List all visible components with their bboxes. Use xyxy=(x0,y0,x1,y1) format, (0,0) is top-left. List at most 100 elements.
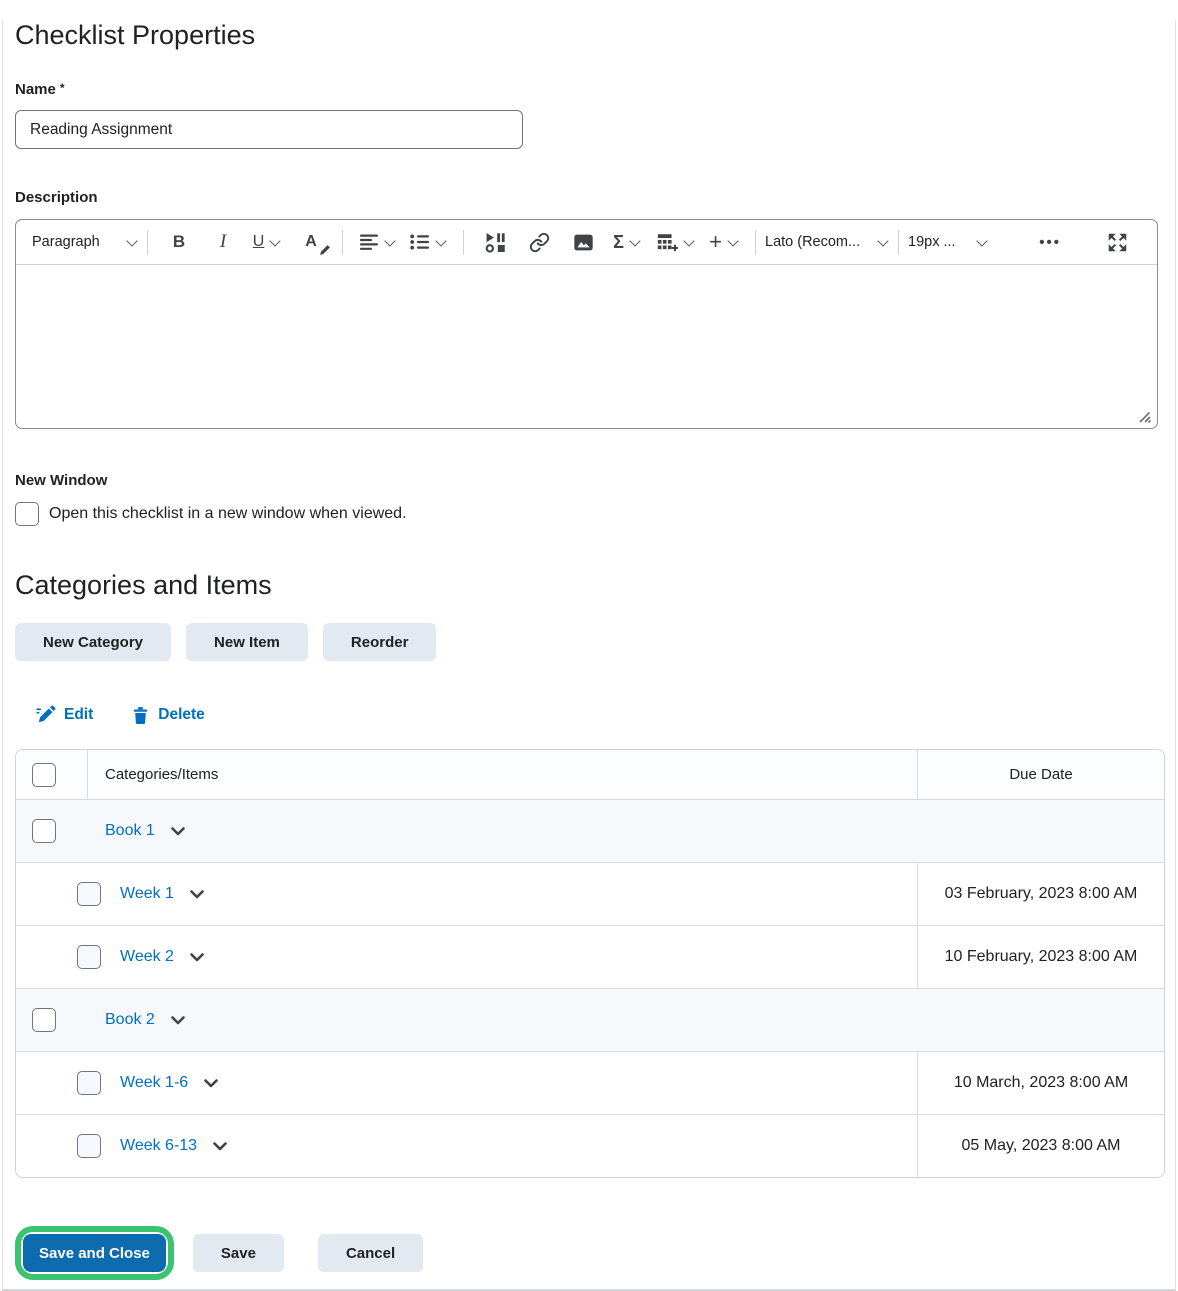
fullscreen-button[interactable] xyxy=(1102,225,1132,259)
font-family-label: Lato (Recom... xyxy=(765,234,861,250)
table-header-row: Categories/Items Due Date xyxy=(16,750,1164,799)
resize-handle-icon[interactable] xyxy=(1137,409,1151,423)
new-item-button[interactable]: New Item xyxy=(186,623,308,661)
trash-icon xyxy=(134,706,148,724)
description-label: Description xyxy=(15,189,98,206)
row-checkbox[interactable] xyxy=(32,1008,56,1032)
table-row-item: Week 1-6 10 March, 2023 8:00 AM xyxy=(16,1051,1164,1114)
name-input[interactable] xyxy=(15,110,523,149)
table-header-checkbox-cell xyxy=(16,750,88,799)
list-dropdown[interactable] xyxy=(410,225,447,259)
row-checkbox[interactable] xyxy=(32,819,56,843)
chevron-down-icon xyxy=(976,234,988,247)
underline-dropdown[interactable]: U xyxy=(252,225,282,259)
chevron-down-icon xyxy=(269,234,281,247)
new-category-button[interactable]: New Category xyxy=(15,623,172,661)
row-actions-chevron[interactable] xyxy=(190,889,204,899)
delete-button[interactable]: Delete xyxy=(131,705,205,725)
table-dropdown[interactable] xyxy=(656,225,695,259)
new-window-label: New Window xyxy=(15,472,108,489)
row-main-cell: Week 2 xyxy=(16,926,917,988)
due-date-cell: 10 March, 2023 8:00 AM xyxy=(917,1052,1164,1114)
toolbar-separator xyxy=(463,229,464,255)
due-date-cell: 03 February, 2023 8:00 AM xyxy=(917,863,1164,925)
font-size-dropdown[interactable]: 19px ... xyxy=(908,225,988,259)
row-main-cell: Book 2 xyxy=(16,989,917,1051)
row-actions-chevron[interactable] xyxy=(190,952,204,962)
row-checkbox[interactable] xyxy=(77,882,101,906)
bold-button[interactable]: B xyxy=(164,225,194,259)
insert-image-button[interactable] xyxy=(568,225,598,259)
edit-pencil-icon xyxy=(36,705,56,723)
row-actions-chevron[interactable] xyxy=(213,1141,227,1151)
categories-items-column-header: Categories/Items xyxy=(105,766,219,783)
checklist-properties-page: Checklist Properties Name* Description P… xyxy=(2,20,1176,1291)
save-button[interactable]: Save xyxy=(192,1234,284,1272)
chevron-down-icon xyxy=(190,952,204,961)
page-title: Checklist Properties xyxy=(15,20,256,50)
bullet-list-icon xyxy=(410,234,429,250)
row-checkbox[interactable] xyxy=(77,1134,101,1158)
chevron-down-icon xyxy=(204,1078,218,1087)
category-link[interactable]: Book 2 xyxy=(105,1011,155,1029)
item-link[interactable]: Week 6-13 xyxy=(120,1137,197,1155)
edit-label: Edit xyxy=(64,706,94,723)
font-color-letter: A xyxy=(305,233,317,250)
table-row-item: Week 2 10 February, 2023 8:00 AM xyxy=(16,925,1164,988)
font-family-dropdown[interactable]: Lato (Recom... xyxy=(765,225,889,259)
due-date-column-header: Due Date xyxy=(917,750,1164,799)
categories-and-items-heading: Categories and Items xyxy=(15,570,272,600)
alignment-dropdown[interactable] xyxy=(359,225,396,259)
row-checkbox[interactable] xyxy=(77,945,101,969)
toolbar-separator xyxy=(755,229,756,255)
equation-dropdown[interactable]: Σ xyxy=(612,225,642,259)
highlight-ring: Save and Close xyxy=(15,1226,174,1280)
insert-stuff-icon xyxy=(485,232,505,253)
chevron-down-icon xyxy=(171,826,185,835)
chevron-down-icon xyxy=(171,1015,185,1024)
due-date-cell xyxy=(917,989,1164,1051)
insert-stuff-button[interactable] xyxy=(480,225,510,259)
fullscreen-icon xyxy=(1108,233,1126,251)
pencil-icon xyxy=(320,245,330,255)
italic-button[interactable]: I xyxy=(208,225,238,259)
new-window-checkbox[interactable] xyxy=(15,502,39,526)
item-link[interactable]: Week 1-6 xyxy=(120,1074,188,1092)
more-actions-button[interactable]: ••• xyxy=(1033,233,1067,252)
name-label-text: Name xyxy=(15,81,56,98)
row-checkbox[interactable] xyxy=(77,1071,101,1095)
paragraph-format-dropdown[interactable]: Paragraph xyxy=(32,225,138,259)
chevron-down-icon xyxy=(190,889,204,898)
table-row-category: Book 1 xyxy=(16,799,1164,862)
item-link[interactable]: Week 2 xyxy=(120,948,174,966)
category-link[interactable]: Book 1 xyxy=(105,822,155,840)
delete-label: Delete xyxy=(158,706,205,723)
font-color-button[interactable]: A xyxy=(296,225,330,259)
font-size-label: 19px ... xyxy=(908,234,956,250)
save-and-close-button[interactable]: Save and Close xyxy=(23,1234,166,1272)
edit-button[interactable]: Edit xyxy=(36,705,93,725)
due-date-cell: 05 May, 2023 8:00 AM xyxy=(917,1115,1164,1177)
toolbar-right-group: ••• xyxy=(1033,225,1139,259)
paragraph-format-label: Paragraph xyxy=(32,234,100,250)
cancel-button[interactable]: Cancel xyxy=(317,1234,424,1272)
required-asterisk: * xyxy=(59,81,65,95)
select-all-checkbox[interactable] xyxy=(32,762,56,787)
table-icon xyxy=(657,234,678,252)
insert-link-button[interactable] xyxy=(524,225,554,259)
reorder-button[interactable]: Reorder xyxy=(322,623,437,661)
category-buttons-row: New Category New Item Reorder xyxy=(15,623,1163,661)
toolbar-separator xyxy=(147,229,148,255)
row-actions-chevron[interactable] xyxy=(204,1078,218,1088)
due-date-cell xyxy=(917,800,1164,862)
row-main-cell: Week 6-13 xyxy=(16,1115,917,1177)
toolbar-separator xyxy=(342,229,343,255)
insert-other-dropdown[interactable]: + xyxy=(709,225,739,259)
item-link[interactable]: Week 1 xyxy=(120,885,174,903)
row-actions-chevron[interactable] xyxy=(171,1015,185,1025)
description-editor-area[interactable] xyxy=(16,265,1157,428)
new-window-option-label: Open this checklist in a new window when… xyxy=(49,505,407,522)
editor-toolbar: Paragraph B I U A Σ + Lato (Recom... 19p… xyxy=(16,220,1157,265)
row-actions-chevron[interactable] xyxy=(171,826,185,836)
rich-text-editor: Paragraph B I U A Σ + Lato (Recom... 19p… xyxy=(15,219,1158,429)
